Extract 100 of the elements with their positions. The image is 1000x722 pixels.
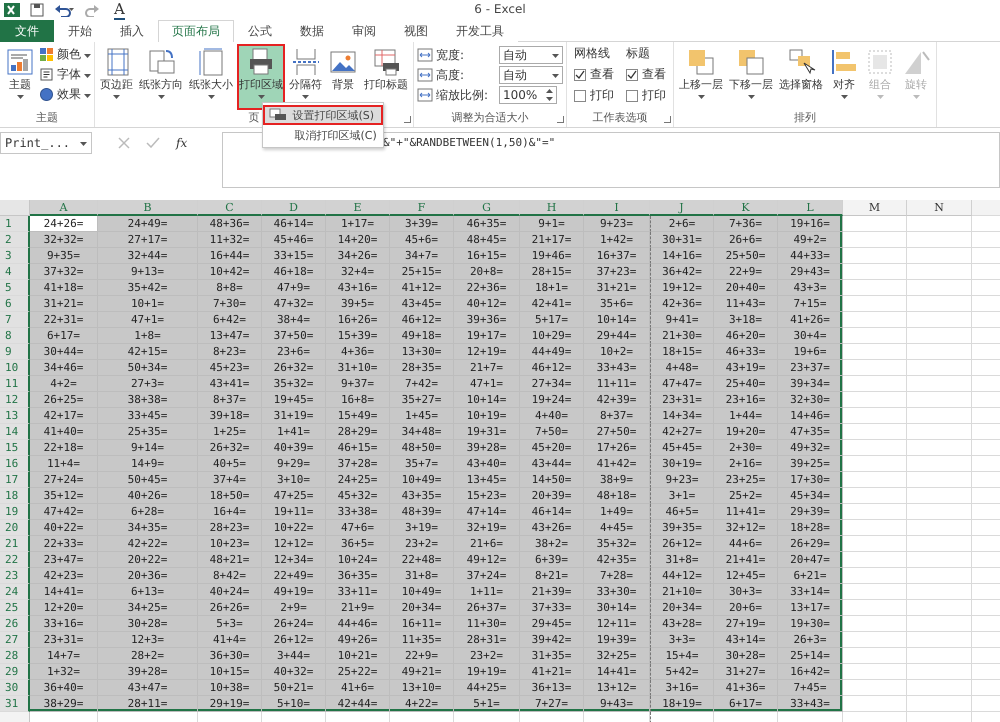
table-cell: 23+47= (30, 552, 98, 568)
table-cell: 28+35= (390, 360, 454, 376)
spin-field[interactable]: 100% (499, 86, 557, 104)
checkbox[interactable]: 查看 (574, 66, 614, 83)
column-header[interactable]: M (843, 200, 907, 216)
row-header[interactable]: 11 (0, 376, 30, 392)
row-header[interactable]: 29 (0, 664, 30, 680)
row-header[interactable]: 15 (0, 440, 30, 456)
row-header[interactable]: 16 (0, 456, 30, 472)
row-header[interactable]: 18 (0, 488, 30, 504)
undo-icon[interactable] (54, 3, 74, 17)
table-cell: 23+31= (650, 392, 714, 408)
launcher-icon[interactable] (404, 116, 411, 123)
dropdown-field[interactable]: 自动 (499, 46, 563, 64)
row-header[interactable]: 2 (0, 232, 30, 248)
row-header[interactable]: 31 (0, 696, 30, 712)
table-cell: 45+6= (390, 232, 454, 248)
table-cell: 10+23= (198, 536, 262, 552)
column-header[interactable]: H (520, 200, 584, 216)
ribbon-button[interactable]: 页边距 (98, 44, 135, 110)
table-cell: 44+6= (714, 536, 778, 552)
check-icon[interactable] (146, 137, 160, 149)
ribbon-tab[interactable]: 文件 (0, 20, 54, 42)
save-icon[interactable] (30, 3, 44, 17)
table-cell: 41+26= (778, 312, 843, 328)
column-header[interactable]: F (390, 200, 454, 216)
empty-cell (907, 616, 972, 632)
table-cell: 1+11= (454, 584, 520, 600)
column-header[interactable]: G (454, 200, 520, 216)
ribbon-tab[interactable]: 插入 (106, 20, 158, 42)
table-cell: 5+1= (454, 696, 520, 712)
row-header[interactable]: 13 (0, 408, 30, 424)
ribbon-button[interactable]: 颜色 (39, 46, 91, 63)
column-header[interactable]: L (778, 200, 843, 216)
ribbon-button[interactable]: 选择窗格 (777, 44, 825, 110)
ribbon-button[interactable]: 字体 (39, 66, 91, 83)
row-header[interactable]: 3 (0, 248, 30, 264)
row-header[interactable]: 4 (0, 264, 30, 280)
column-header[interactable]: C (198, 200, 262, 216)
row-header[interactable]: 28 (0, 648, 30, 664)
column-header[interactable]: E (326, 200, 390, 216)
ribbon-button[interactable]: 下移一层 (727, 44, 775, 110)
column-header[interactable]: K (714, 200, 778, 216)
close-icon[interactable] (118, 137, 130, 149)
launcher-icon[interactable] (557, 116, 564, 123)
checkbox[interactable]: 查看 (626, 66, 666, 83)
row-header[interactable]: 7 (0, 312, 30, 328)
table-cell: 8+37= (584, 408, 650, 424)
row-header[interactable]: 12 (0, 392, 30, 408)
column-header[interactable]: A (30, 200, 98, 216)
layers-up-icon (686, 47, 716, 77)
row-header[interactable]: 25 (0, 600, 30, 616)
column-header[interactable]: B (98, 200, 198, 216)
column-header[interactable]: I (584, 200, 650, 216)
column-header[interactable]: D (262, 200, 326, 216)
checkbox[interactable]: 打印 (626, 87, 666, 104)
table-cell: 40+5= (198, 456, 262, 472)
ribbon-button[interactable]: 纸张方向 (137, 44, 185, 110)
ribbon-tab[interactable]: 页面布局 (158, 20, 234, 42)
dropdown-field[interactable]: 自动 (499, 66, 563, 84)
table-cell: 20+34= (650, 600, 714, 616)
ribbon-button[interactable]: 效果 (39, 86, 91, 103)
ribbon-button[interactable]: 上移一层 (677, 44, 725, 110)
row-header[interactable]: 21 (0, 536, 30, 552)
table-cell: 38+9= (584, 472, 650, 488)
row-header[interactable]: 22 (0, 552, 30, 568)
empty-cell (907, 456, 972, 472)
row-header[interactable]: 5 (0, 280, 30, 296)
row-header[interactable]: 30 (0, 680, 30, 696)
row-header[interactable]: 23 (0, 568, 30, 584)
row-header[interactable]: 24 (0, 584, 30, 600)
row-header[interactable]: 27 (0, 632, 30, 648)
checkbox[interactable]: 打印 (574, 87, 614, 104)
group-label: 页 (248, 111, 260, 126)
row-header[interactable]: 10 (0, 360, 30, 376)
table-cell: 45+23= (198, 360, 262, 376)
menu-item[interactable]: 设置打印区域(S) (262, 105, 382, 125)
ribbon-button[interactable]: 对齐 (827, 44, 861, 110)
row-header[interactable]: 17 (0, 472, 30, 488)
function-button[interactable]: fx (176, 136, 188, 150)
row-header[interactable]: 1 (0, 216, 30, 232)
row-header[interactable]: 9 (0, 344, 30, 360)
column-header[interactable]: J (650, 200, 714, 216)
row-header[interactable]: 26 (0, 616, 30, 632)
table-cell: 21+30= (650, 328, 714, 344)
launcher-icon[interactable] (664, 116, 671, 123)
ribbon-button[interactable]: 主题 (3, 44, 37, 110)
select-all-corner[interactable] (0, 200, 30, 216)
table-cell: 46+14= (520, 504, 584, 520)
ribbon-button[interactable]: 打印区域 (237, 44, 285, 110)
row-header[interactable]: 20 (0, 520, 30, 536)
name-box[interactable]: Print_... (0, 132, 92, 154)
row-header[interactable]: 19 (0, 504, 30, 520)
column-header[interactable]: N (907, 200, 972, 216)
row-header[interactable]: 6 (0, 296, 30, 312)
empty-cell (907, 600, 972, 616)
table-cell: 39+42= (520, 632, 584, 648)
row-header[interactable]: 8 (0, 328, 30, 344)
ribbon-button[interactable]: 纸张大小 (187, 44, 235, 110)
row-header[interactable]: 14 (0, 424, 30, 440)
